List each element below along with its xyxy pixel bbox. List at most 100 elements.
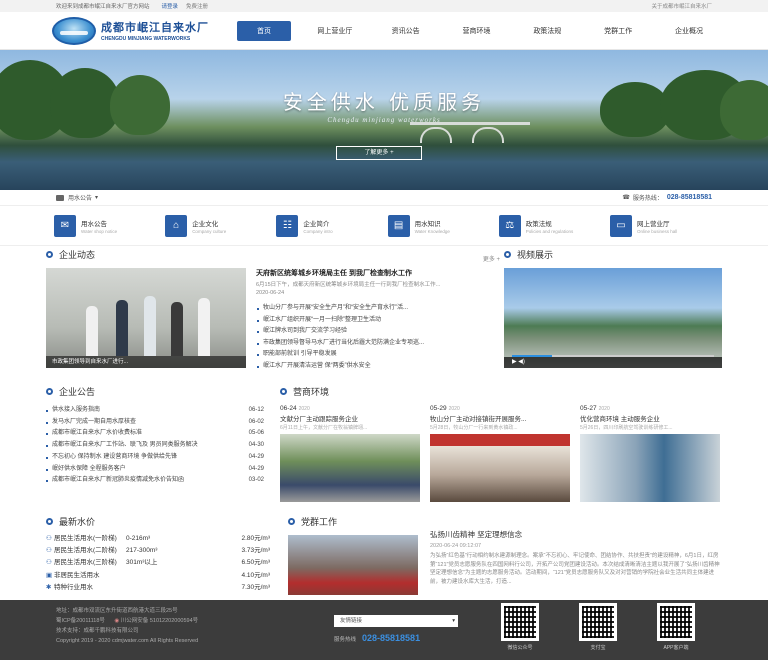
list-item[interactable]: 不忘初心 保持制水 建设营商环境 争做供给先锋 04-29: [46, 452, 264, 464]
price-range: 0-216m³: [126, 535, 151, 542]
nav-home[interactable]: 首页: [237, 20, 291, 41]
quick-link-subtitle: Water shop notice: [81, 228, 118, 234]
police-record[interactable]: 川公网安备 51012202000594号: [121, 618, 198, 624]
site-footer: 地址：成都市双流区东升街道西航港大道三段25号 蜀ICP备20011118号 ◉…: [0, 600, 768, 660]
card-photo: [580, 434, 720, 502]
section-title: 最新水价: [59, 517, 96, 527]
card-date: 05-27 2020: [580, 405, 720, 412]
notice-label[interactable]: 用水公告: [68, 193, 92, 202]
register-link[interactable]: 免费注册: [186, 2, 208, 10]
business-card[interactable]: 05-27 2020 优化营商环境 主动服务企业 5月26日，四川印刷航空驾驶训练…: [580, 405, 720, 502]
table-row: ▣ 非居民生活用水 4.10元/m³: [46, 570, 272, 582]
quick-link-subtitle: Online business hall: [636, 228, 678, 234]
prices-heading: 最新水价: [46, 515, 726, 528]
list-item[interactable]: 发马水厂完成一期自用水厚核查 06-02: [46, 417, 264, 429]
bridge-graphic: [410, 122, 530, 143]
card-date: 06-24 2020: [280, 405, 420, 412]
qr-label: 微信公众号: [507, 645, 533, 651]
nav-news[interactable]: 资讯公告: [379, 21, 433, 41]
quick-link-company-intro[interactable]: ☷ 企业简介 Company intro: [276, 214, 380, 237]
nav-party-work[interactable]: 党群工作: [591, 21, 645, 41]
card-date: 05-29 2020: [430, 405, 570, 412]
about-link[interactable]: 关于成都市岷江自来水厂: [651, 2, 712, 10]
news-more-link[interactable]: 更多 +: [483, 254, 500, 263]
quick-link-title: 企业文化: [192, 220, 219, 228]
login-link[interactable]: 请登录: [162, 2, 179, 10]
quick-link-online-hall[interactable]: ▭ 网上营业厅 Online business hall: [609, 214, 714, 237]
footer-address: 地址：成都市双流区东升街道西航港大道三段25号: [56, 608, 178, 614]
bullet-icon: [46, 518, 53, 525]
card-photo: [430, 434, 570, 502]
video-player[interactable]: ▶ ◀): [504, 268, 722, 368]
qr-wechat[interactable]: 微信公众号: [498, 603, 542, 651]
business-card[interactable]: 05-29 2020 牧山分厂主动对接镇街开展服务... 5月28日，牧山分厂一行…: [430, 405, 570, 502]
user-icon: ⚇: [46, 547, 52, 555]
nav-online-hall[interactable]: 网上营业厅: [308, 21, 362, 41]
quick-link-water-notice[interactable]: ✉ 用水公告 Water shop notice: [54, 214, 158, 237]
notice-date: 04-29: [248, 465, 264, 472]
company-news-heading: 企业动态: [46, 248, 726, 261]
party-news[interactable]: 弘扬川齿精神 坚定理想信念 2020-06-24 09:12:07 为弘扬“红色…: [430, 529, 720, 586]
nav-policies[interactable]: 政策法规: [520, 21, 574, 41]
price-table: ⚇ 居民生活用水(一阶梯) 0-216m³ 2.80元/m³ ⚇ 居民生活用水(二阶梯)…: [46, 533, 272, 594]
list-item[interactable]: 牧山分厂参与开展“安全生产月”和“安全生产育水行”活...: [256, 303, 494, 315]
section-title: 视频展示: [517, 250, 554, 260]
quick-link-water-knowledge[interactable]: ▤ 用水知识 Water Knowledge: [387, 214, 492, 237]
logo-english-name: CHENGDU MINJIANG WATERWORKS: [101, 36, 191, 42]
friend-links-select[interactable]: 友情链接: [334, 615, 458, 627]
business-card[interactable]: 06-24 2020 文献分厂主动跟踪服务企业 6月11日上午，文献分厂在牧翁镇牌…: [280, 405, 420, 502]
list-item[interactable]: 成都市岷江自来水厂新冠肺炎疫情减免水价告知函 03-02: [46, 475, 264, 487]
volume-icon[interactable]: ◀): [518, 359, 525, 365]
notices-heading: 企业公告: [46, 385, 726, 398]
qr-code-icon: [657, 603, 695, 641]
price-name: 居民生活用水(三阶梯): [54, 559, 117, 567]
bullet-icon: [288, 518, 295, 525]
business-heading: 营商环境: [280, 385, 329, 398]
gavel-icon: ⚖: [498, 214, 521, 237]
party-photo[interactable]: [288, 535, 418, 595]
person-graphic: [144, 296, 156, 356]
list-item[interactable]: 岷江水厂组织开展“一月一扫除”整理卫生活动: [256, 315, 494, 327]
card-day: 06-24: [280, 405, 297, 412]
logo-emblem-icon: [52, 16, 96, 45]
card-year: 2020: [448, 406, 460, 412]
icp-number[interactable]: 蜀ICP备20011118号: [56, 618, 105, 624]
featured-news-title[interactable]: 天府新区统筹城乡环境局主任 到我厂检查制水工作: [256, 268, 494, 278]
footer-support: 技术支持：成都千鹏科技有限公司: [56, 628, 139, 634]
play-icon[interactable]: ▶: [512, 359, 517, 365]
section-title: 营商环境: [293, 387, 330, 397]
list-item[interactable]: 岷好供水保障 全程服务客户 04-29: [46, 464, 264, 476]
quick-link-subtitle: Company culture: [192, 228, 227, 234]
nav-business-environment[interactable]: 营商环境: [449, 21, 503, 41]
hotline-number: 028-85818581: [666, 194, 712, 201]
card-day: 05-27: [580, 405, 597, 412]
quick-link-company-culture[interactable]: ⌂ 企业文化 Company culture: [165, 214, 269, 237]
list-item[interactable]: 职能部前就训 引导平稳发展: [256, 349, 494, 361]
news-date: 2020-06-24: [256, 290, 285, 296]
footer-hotline-number: 028-85818581: [362, 633, 421, 643]
qr-label: 支付宝: [590, 645, 606, 651]
list-item[interactable]: 岷江水厂开展清洁运营 保“两委”供水安全: [256, 361, 494, 373]
list-item[interactable]: 岷江牌水司到我厂交流学习经验: [256, 326, 494, 338]
site-logo[interactable]: 成都市岷江自来水厂 CHENGDU MINJIANG WATERWORKS: [52, 16, 227, 45]
table-row: ⚇ 居民生活用水(三阶梯) 301m³以上 6.50元/m³: [46, 557, 272, 569]
building-icon: ⌂: [165, 214, 188, 237]
chevron-down-icon[interactable]: ▾: [95, 194, 98, 201]
book-icon: ▤: [387, 214, 410, 237]
list-item[interactable]: 成都市岷江自来水厂工作站、联飞及 男员同类服务解决 04-30: [46, 440, 264, 452]
notice-text: 不忘初心 保持制水 建设营商环境 争做供给先锋: [46, 452, 226, 464]
list-item[interactable]: 供水接入服务指南 06-12: [46, 405, 264, 417]
card-title: 文献分厂主动跟踪服务企业: [280, 416, 358, 423]
quick-link-policies[interactable]: ⚖ 政策法规 Policies and regulations: [498, 214, 603, 237]
list-item[interactable]: 成都市岷江自来水厂水价收费标准 05-06: [46, 428, 264, 440]
banner-slogan: 安全供水 优质服务: [282, 90, 486, 114]
news-photo-slider[interactable]: 市政集团领导到自来水厂进行...: [46, 268, 246, 368]
price-range: 301m³以上: [126, 559, 158, 567]
nav-company-overview[interactable]: 企业概况: [662, 21, 716, 41]
learn-more-button[interactable]: 了解更多 +: [336, 146, 422, 160]
list-item[interactable]: 市政集团领导督导马水厂进行当化后霾大范防满企业专项巡...: [256, 338, 494, 350]
qr-app[interactable]: APP客户端: [654, 603, 698, 651]
qr-alipay[interactable]: 支付宝: [576, 603, 620, 651]
news-section: 企业动态 更多 + 市政集团领导到自来水厂进行... 天府新区统筹城乡环境局主任…: [46, 248, 726, 378]
party-news-date: 2020-06-24 09:12:07: [430, 543, 482, 549]
